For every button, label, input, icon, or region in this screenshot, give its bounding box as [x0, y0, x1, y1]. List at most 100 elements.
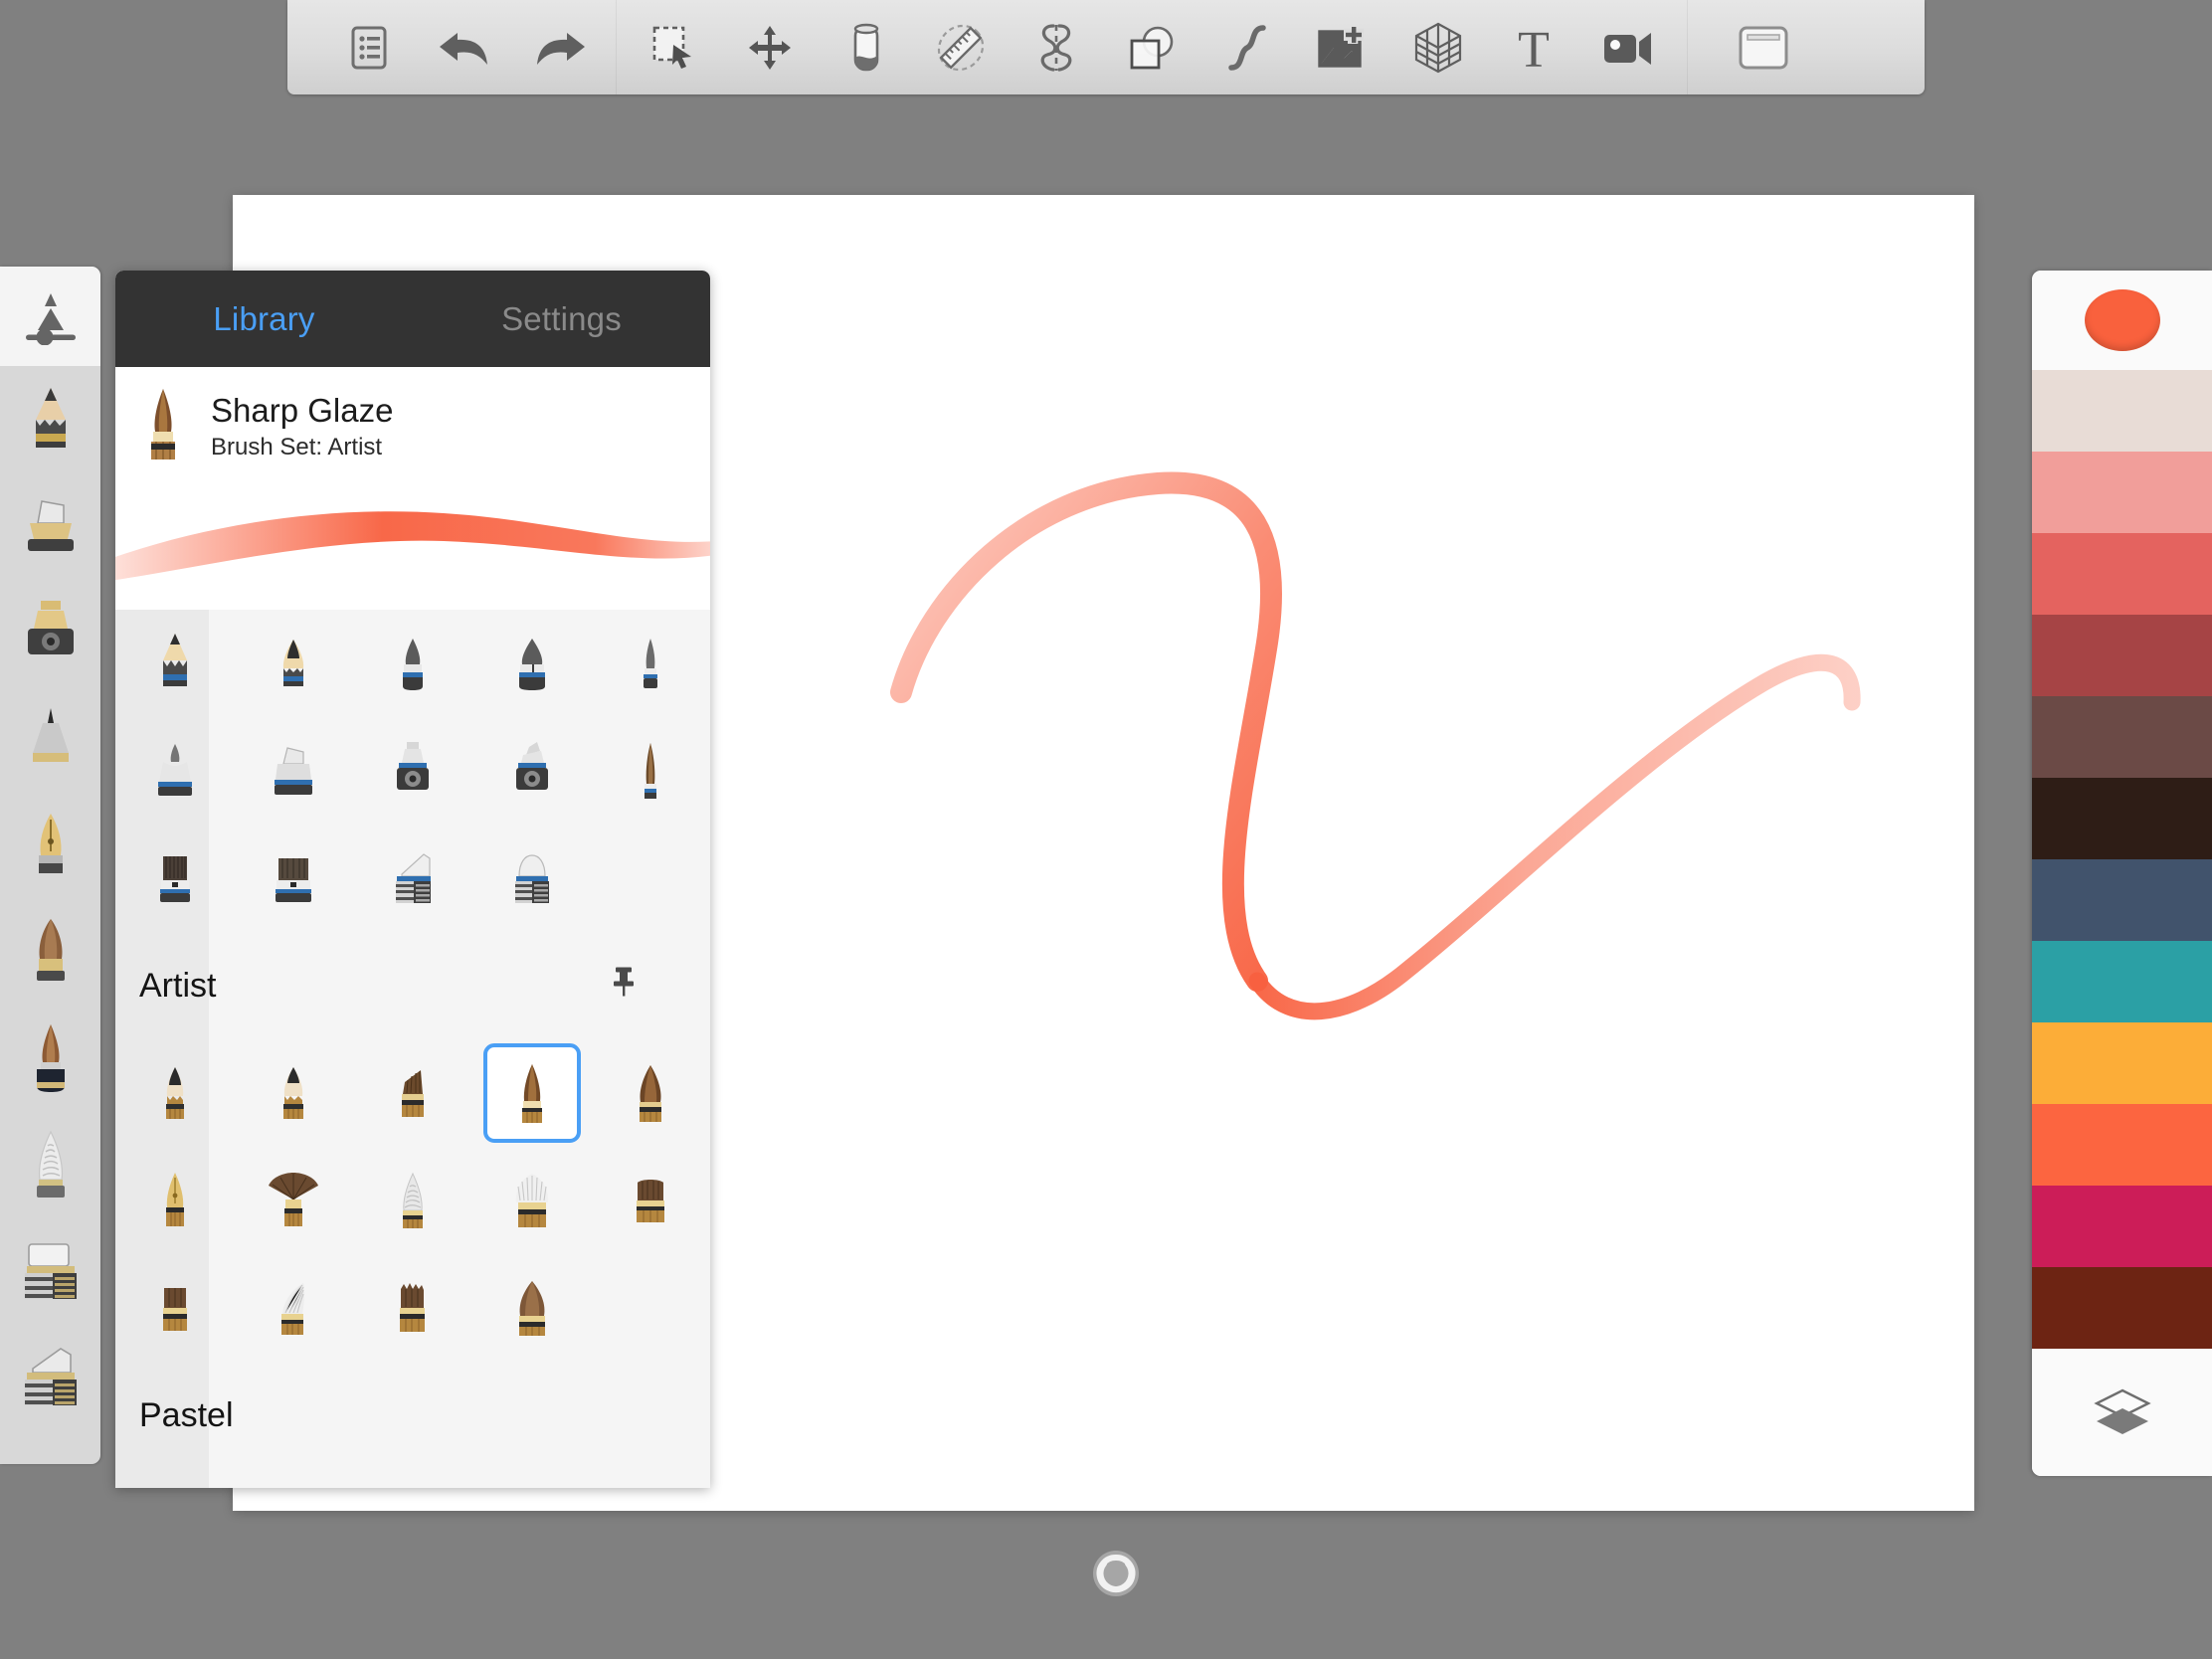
brush-size-slider-icon[interactable] — [0, 267, 100, 366]
brush-pastel-block-5[interactable] — [591, 1469, 710, 1488]
brush-section-pastel: Pastel — [115, 1362, 710, 1488]
brush-square-flat-brush[interactable] — [115, 1254, 235, 1362]
marker-tool-icon[interactable] — [0, 472, 100, 579]
color-swatch-coral-red[interactable] — [2032, 533, 2212, 615]
brush-section-artist: Artist — [115, 932, 710, 1362]
pencil-tool-icon[interactable] — [0, 366, 100, 472]
color-swatch-espresso-brown[interactable] — [2032, 778, 2212, 859]
toolbar-group-view — [1688, 0, 1835, 94]
airbrush-tool-icon[interactable] — [0, 579, 100, 685]
brush-carbon-pencil[interactable] — [115, 1039, 235, 1147]
brush-pastel-block-2[interactable] — [235, 1469, 354, 1488]
brush-row — [115, 717, 710, 825]
brush-row — [115, 1254, 710, 1362]
color-swatch-crimson-pink[interactable] — [2032, 1186, 2212, 1267]
brush-short-flat-brush[interactable] — [591, 1147, 710, 1254]
brush-library-panel: Library Settings Sharp Glaze Brush Set: … — [115, 271, 710, 1488]
undo-icon[interactable] — [417, 0, 512, 94]
text-tool-icon[interactable]: T — [1486, 0, 1581, 94]
brush-fine-liner-pen[interactable] — [591, 610, 710, 717]
layers-icon[interactable] — [2032, 1349, 2212, 1476]
brush-row — [115, 825, 710, 932]
brush-stipple-cone-brush[interactable] — [353, 1147, 472, 1254]
color-swatch-rust-brown[interactable] — [2032, 1267, 2212, 1349]
brush-detail-brush[interactable] — [591, 717, 710, 825]
library-tab-bar: Library Settings — [115, 271, 710, 367]
brush-pastel-block-3[interactable] — [353, 1469, 472, 1488]
current-color-swatch[interactable] — [2032, 271, 2212, 370]
french-curve-icon[interactable] — [1199, 0, 1295, 94]
list-menu-icon[interactable] — [321, 0, 417, 94]
brush-soft-white-mop-brush[interactable] — [472, 1147, 592, 1254]
brush-row — [115, 1039, 710, 1147]
section-label-pastel-text: Pastel — [139, 1395, 234, 1434]
round-brush-tool-icon[interactable] — [0, 898, 100, 1005]
brush-set-label: Brush Set: Artist — [211, 433, 383, 461]
color-swatch-teal[interactable] — [2032, 941, 2212, 1022]
brush-ink-chisel-pen[interactable] — [472, 610, 592, 717]
brush-marker-chisel[interactable] — [235, 717, 354, 825]
brush-cell-empty — [591, 1254, 710, 1362]
toolbar-group-edit: T — [617, 0, 1687, 94]
brush-feather-rake-brush[interactable] — [235, 1254, 354, 1362]
selection-marquee-icon[interactable] — [627, 0, 722, 94]
timelapse-video-icon[interactable] — [1581, 0, 1677, 94]
ruler-icon[interactable] — [913, 0, 1009, 94]
brush-soft-carbon-pencil[interactable] — [235, 1039, 354, 1147]
sharp-glaze-tool-icon[interactable] — [0, 1005, 100, 1111]
brush-wide-bristle-brush[interactable] — [235, 825, 354, 932]
color-swatch-brick-red[interactable] — [2032, 615, 2212, 696]
rotate-reset-icon[interactable] — [1086, 1544, 1146, 1603]
brush-flat-bristle-brush[interactable] — [115, 825, 235, 932]
paint-bucket-icon[interactable] — [818, 0, 913, 94]
canvas-layout-icon[interactable] — [1716, 0, 1811, 94]
flat-eraser-tool-icon[interactable] — [0, 1217, 100, 1324]
pastel-tool-icon[interactable] — [0, 1111, 100, 1217]
brush-round-eraser[interactable] — [472, 825, 592, 932]
redo-icon[interactable] — [512, 0, 608, 94]
brush-angled-eraser[interactable] — [353, 825, 472, 932]
brush-row — [115, 1469, 710, 1488]
color-swatch-slate-blue[interactable] — [2032, 859, 2212, 941]
brush-ink-bullet-pen[interactable] — [353, 610, 472, 717]
brush-airbrush-angled[interactable] — [472, 717, 592, 825]
app-root: T Library Settings Sharp Glaze Brush Set… — [0, 0, 2212, 1659]
tab-library[interactable]: Library — [115, 300, 413, 338]
perspective-grid-icon[interactable] — [1390, 0, 1486, 94]
section-label-artist: Artist — [115, 932, 710, 1039]
color-swatch-salmon-pink[interactable] — [2032, 452, 2212, 533]
sharp-glaze-brush-icon — [151, 388, 175, 460]
brush-row — [115, 610, 710, 717]
fountain-nib-tool-icon[interactable] — [0, 792, 100, 898]
brush-rough-bristle-brush[interactable] — [353, 1254, 472, 1362]
transform-move-icon[interactable] — [722, 0, 818, 94]
brush-row — [115, 1147, 710, 1254]
symmetry-icon[interactable] — [1009, 0, 1104, 94]
color-palette-panel — [2032, 271, 2212, 1476]
brush-graphite-stub-pencil[interactable] — [235, 610, 354, 717]
add-image-icon[interactable] — [1295, 0, 1390, 94]
brush-airbrush-fine[interactable] — [353, 717, 472, 825]
toolbar-group-document — [287, 0, 616, 94]
color-swatch-dark-mauve[interactable] — [2032, 696, 2212, 778]
brush-sharp-glaze-brush[interactable] — [472, 1039, 592, 1147]
color-swatch-vivid-orange[interactable] — [2032, 1104, 2212, 1186]
brush-fan-brush[interactable] — [235, 1147, 354, 1254]
angled-eraser-tool-icon[interactable] — [0, 1324, 100, 1430]
brush-graphite-pencil[interactable] — [115, 610, 235, 717]
brush-marker-round[interactable] — [115, 717, 235, 825]
current-color-dot — [2084, 289, 2160, 351]
tab-settings[interactable]: Settings — [413, 300, 710, 338]
brush-angled-bristle-brush[interactable] — [353, 1039, 472, 1147]
brush-pastel-block-4[interactable] — [472, 1469, 592, 1488]
color-swatch-amber-orange[interactable] — [2032, 1022, 2212, 1104]
brush-gold-nib-pen[interactable] — [115, 1147, 235, 1254]
pushpin-icon[interactable] — [611, 965, 637, 1008]
brush-pastel-block-1[interactable] — [115, 1469, 235, 1488]
shapes-icon[interactable] — [1104, 0, 1199, 94]
brush-round-sable-brush[interactable] — [591, 1039, 710, 1147]
color-swatch-pale-blush[interactable] — [2032, 370, 2212, 452]
svg-text:T: T — [1518, 23, 1550, 73]
brush-tapered-round-brush[interactable] — [472, 1254, 592, 1362]
ink-pen-tool-icon[interactable] — [0, 685, 100, 792]
